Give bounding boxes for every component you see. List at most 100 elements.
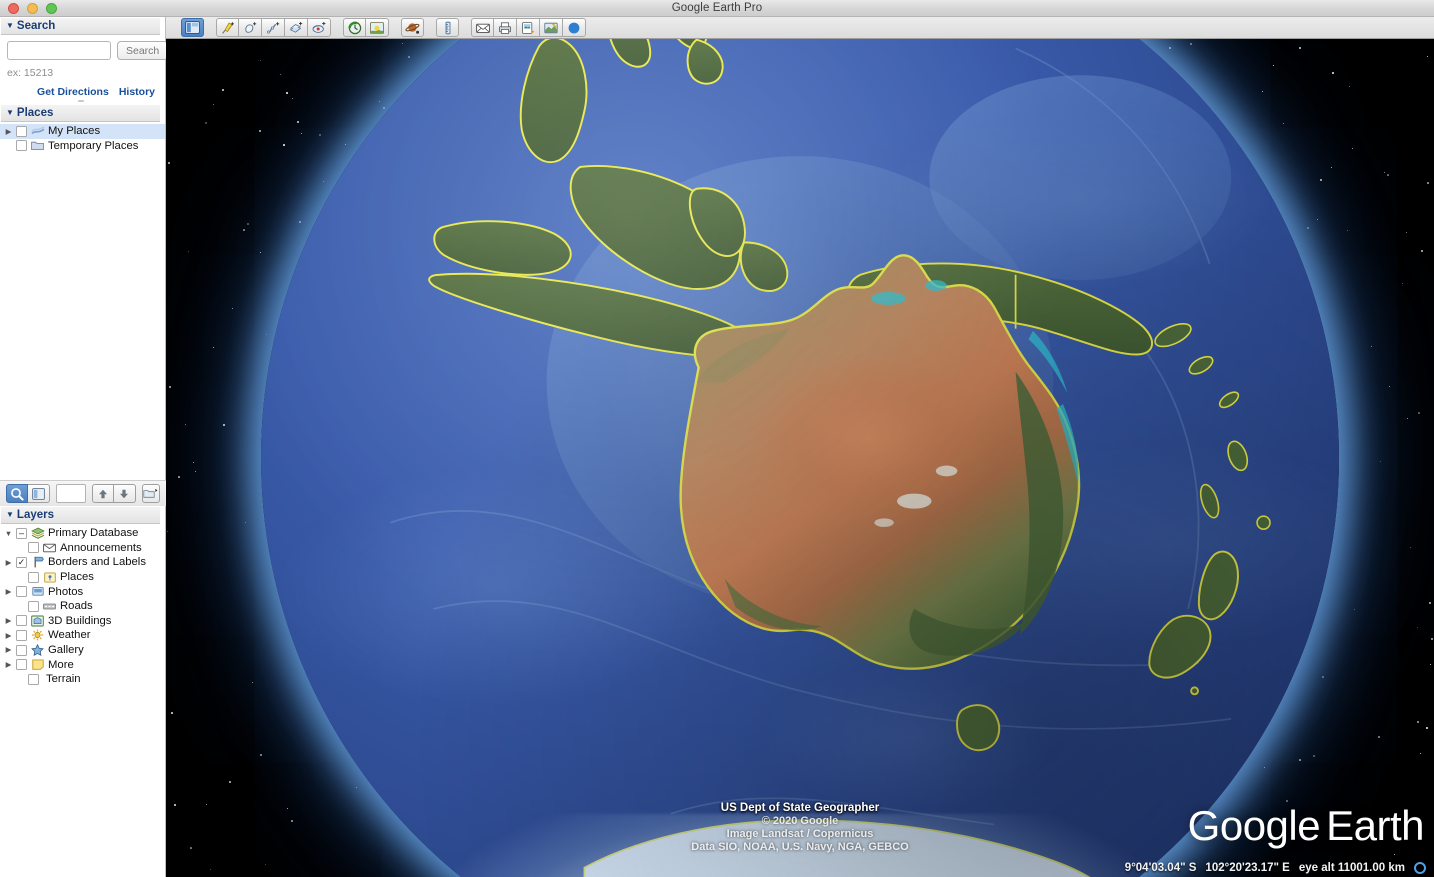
layers-item-label: More — [48, 658, 74, 671]
expand-arrow-icon[interactable]: ▶ — [4, 617, 13, 625]
search-panel-body: Search ex: 15213 Get Directions History — [0, 35, 169, 98]
add-polygon-button[interactable] — [239, 18, 262, 37]
layers-item-3d-buildings[interactable]: ▶ 3D Buildings — [0, 614, 166, 629]
new-folder-button[interactable] — [141, 484, 160, 503]
layers-panel-header-wrap: ▼ Layers — [0, 506, 166, 524]
expand-arrow-icon[interactable]: ▶ — [4, 661, 13, 669]
database-stack-icon — [30, 527, 45, 540]
layers-item-announcements[interactable]: ▶ Announcements — [0, 541, 166, 556]
show-in-earth-button[interactable] — [563, 18, 586, 37]
places-item-label: Temporary Places — [48, 139, 139, 152]
expand-arrow-icon[interactable]: ▶ — [4, 646, 13, 654]
view-in-google-maps-button[interactable] — [540, 18, 563, 37]
checkbox[interactable] — [16, 125, 27, 137]
logo-google-text: Google — [1187, 802, 1321, 849]
longitude-readout: 102°20'23.17" E — [1205, 861, 1290, 874]
collapse-arrow-icon[interactable]: ▼ — [4, 530, 13, 538]
expand-arrow-icon[interactable]: ▶ — [4, 632, 13, 640]
checkbox[interactable] — [16, 629, 27, 641]
show-ruler-button[interactable] — [436, 18, 459, 37]
layers-item-terrain[interactable]: ▶ Terrain — [0, 672, 166, 687]
layers-item-borders-and-labels[interactable]: ▶ ✓ Borders and Labels — [0, 555, 166, 570]
layers-item-label: Announcements — [60, 541, 142, 554]
checkbox[interactable] — [28, 571, 39, 583]
layers-item-label: Primary Database — [48, 527, 139, 540]
layers-tree: ▼ – Primary Database ▶ Announcements ▶ ✓… — [0, 526, 166, 687]
map-viewport[interactable]: US Dept of State Geographer © 2020 Googl… — [166, 39, 1434, 877]
search-button[interactable]: Search — [117, 41, 169, 60]
expand-arrow-icon[interactable]: ▶ — [4, 588, 13, 596]
layers-item-label: 3D Buildings — [48, 614, 112, 627]
toolbar-group-time — [343, 18, 389, 38]
sidebar: ▼ Search Search ex: 15213 Get Directions… — [0, 17, 169, 877]
add-image-overlay-button[interactable] — [285, 18, 308, 37]
building-icon — [30, 614, 45, 627]
checkbox[interactable] — [16, 659, 27, 671]
get-directions-link[interactable]: Get Directions — [37, 86, 109, 98]
layers-panel-header[interactable]: ▼ Layers — [1, 506, 160, 524]
checkbox[interactable] — [28, 600, 39, 612]
window-title: Google Earth Pro — [671, 2, 763, 14]
eye-altitude-readout: eye alt 11001.00 km — [1298, 861, 1405, 874]
switch-to-sky-button[interactable] — [401, 18, 424, 37]
google-earth-logo: Google Earth — [1187, 802, 1425, 850]
layers-item-weather[interactable]: ▶ Weather — [0, 628, 166, 643]
layers-item-photos[interactable]: ▶ Photos — [0, 584, 166, 599]
expand-arrow-icon[interactable]: ▶ — [4, 128, 13, 136]
toggle-sidebar-button[interactable] — [181, 18, 204, 37]
checkbox-partial[interactable]: – — [16, 527, 27, 539]
add-placemark-button[interactable] — [216, 18, 239, 37]
layers-item-label: Places — [60, 571, 94, 584]
map-status-bar: 9°04'03.04" S 102°20'23.17" E eye alt 11… — [166, 858, 1434, 877]
layers-item-label: Photos — [48, 585, 84, 598]
layers-item-label: Gallery — [48, 644, 84, 657]
save-image-button[interactable] — [517, 18, 540, 37]
panel-view-tool-button[interactable] — [28, 484, 50, 503]
layers-item-roads[interactable]: ▶ Roads — [0, 599, 166, 614]
layers-panel-title: Layers — [16, 509, 55, 521]
print-view-button[interactable] — [494, 18, 517, 37]
history-link[interactable]: History — [119, 86, 155, 98]
places-item-temporary-places[interactable]: ▶ Temporary Places — [0, 139, 165, 154]
show-sunlight-button[interactable] — [366, 18, 389, 37]
toolbar-group-share — [471, 18, 586, 38]
email-view-button[interactable] — [471, 18, 494, 37]
places-panel-title: Places — [16, 107, 54, 119]
layers-item-places[interactable]: ▶ Places — [0, 570, 166, 585]
search-hint-text: ex: 15213 — [7, 67, 54, 79]
checkbox[interactable] — [16, 615, 27, 627]
places-tree: ▶ My Places ▶ Temporary Places — [0, 122, 165, 153]
show-historical-imagery-button[interactable] — [343, 18, 366, 37]
search-zoom-tool-button[interactable] — [6, 484, 28, 503]
checkbox[interactable] — [16, 586, 27, 598]
checkbox-checked[interactable]: ✓ — [16, 556, 27, 568]
signpost-icon — [30, 556, 45, 569]
add-path-button[interactable] — [262, 18, 285, 37]
layers-item-primary-database[interactable]: ▼ – Primary Database — [0, 526, 166, 541]
places-panel-header[interactable]: ▼ Places — [1, 104, 160, 122]
window-titlebar: Google Earth Pro — [0, 0, 1434, 17]
globe[interactable] — [261, 39, 1339, 877]
record-tour-button[interactable] — [308, 18, 331, 37]
search-panel-header[interactable]: ▼ Search — [1, 17, 160, 35]
move-down-button[interactable] — [113, 484, 136, 503]
places-item-my-places[interactable]: ▶ My Places — [0, 124, 165, 139]
search-input[interactable] — [7, 41, 111, 60]
layers-item-more[interactable]: ▶ More — [0, 657, 166, 672]
checkbox[interactable] — [16, 644, 27, 656]
latitude-readout: 9°04'03.04" S — [1124, 861, 1197, 874]
checkbox[interactable] — [16, 140, 27, 152]
chevron-down-icon: ▼ — [6, 108, 14, 117]
places-item-label: My Places — [48, 125, 101, 138]
expand-arrow-icon[interactable]: ▶ — [4, 559, 13, 567]
checkbox[interactable] — [28, 673, 39, 685]
move-up-button[interactable] — [91, 484, 114, 503]
layers-item-label: Borders and Labels — [48, 556, 146, 569]
toolbar-group-sky — [401, 18, 424, 38]
layers-item-gallery[interactable]: ▶ Gallery — [0, 643, 166, 658]
checkbox[interactable] — [28, 542, 39, 554]
sidebar-tool-field[interactable] — [56, 484, 86, 503]
photo-icon — [30, 585, 45, 598]
toolbar-group-sidebar — [181, 18, 204, 38]
chevron-down-icon: ▼ — [6, 510, 14, 519]
